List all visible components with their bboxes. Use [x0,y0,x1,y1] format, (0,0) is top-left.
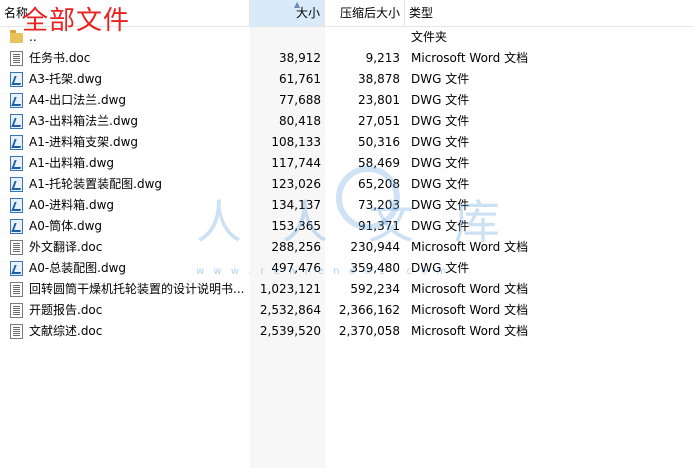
file-type: Microsoft Word 文档 [411,51,529,65]
file-name: 任务书.doc [29,51,91,65]
file-size: 2,539,520 [259,324,321,338]
file-row[interactable]: A1-出料箱.dwg 117,744 58,469 DWG 文件 [0,153,694,174]
dwg-file-icon [10,198,23,213]
file-name: 回转圆筒干燥机托轮装置的设计说明书... [29,282,245,296]
file-compressed-size: 9,213 [365,51,400,65]
file-row[interactable]: 文献综述.doc 2,539,520 2,370,058 Microsoft Word… [0,321,694,342]
file-size: 77,688 [279,93,321,107]
dwg-file-icon [10,72,23,87]
file-size: 108,133 [271,135,321,149]
file-size: 2,532,864 [259,303,321,317]
file-name: A3-出料箱法兰.dwg [29,114,139,128]
file-compressed-size [325,27,400,48]
file-compressed-size: 38,878 [358,72,400,86]
file-compressed-size: 27,051 [358,114,400,128]
file-size: 1,023,121 [259,282,321,296]
file-row[interactable]: A3-出料箱法兰.dwg 80,418 27,051 DWG 文件 [0,111,694,132]
file-compressed-size: 23,801 [358,93,400,107]
file-row[interactable]: 任务书.doc 38,912 9,213 Microsoft Word 文档 [0,48,694,69]
column-header-compressed-label: 压缩后大小 [339,6,400,20]
dwg-file-icon [10,261,23,276]
column-header-type-label: 类型 [409,6,434,20]
file-type: DWG 文件 [411,72,470,86]
file-row[interactable]: 回转圆筒干燥机托轮装置的设计说明书... 1,023,121 592,234 Micr… [0,279,694,300]
column-header-size[interactable]: 大小 [250,0,325,26]
word-doc-icon [10,303,23,318]
file-row[interactable]: A4-出口法兰.dwg 77,688 23,801 DWG 文件 [0,90,694,111]
dwg-file-icon [10,156,23,171]
sort-ascending-icon: ▲ [294,0,301,9]
file-type: DWG 文件 [411,114,470,128]
file-compressed-size: 2,366,162 [338,303,400,317]
file-type: Microsoft Word 文档 [411,303,529,317]
word-doc-icon [10,240,23,255]
word-doc-icon [10,51,23,66]
file-row[interactable]: A1-进料箱支架.dwg 108,133 50,316 DWG 文件 [0,132,694,153]
file-compressed-size: 50,316 [358,135,400,149]
dwg-file-icon [10,93,23,108]
dwg-file-icon [10,135,23,150]
dwg-file-icon [10,114,23,129]
file-compressed-size: 2,370,058 [338,324,400,338]
watermark-url: w w w . r e n r e n d o c . c o m [196,266,450,277]
file-compressed-size: 592,234 [350,282,400,296]
file-name: 开题报告.doc [29,303,103,317]
file-type: DWG 文件 [411,135,470,149]
file-type: DWG 文件 [411,93,470,107]
file-size: 80,418 [279,114,321,128]
file-type: DWG 文件 [411,261,470,275]
file-row[interactable]: 开题报告.doc 2,532,864 2,366,162 Microsoft Word… [0,300,694,321]
file-name: A3-托架.dwg [29,72,103,86]
file-size [250,27,321,48]
word-doc-icon [10,282,23,297]
file-name: .. [29,30,37,44]
file-name: A4-出口法兰.dwg [29,93,127,107]
dwg-file-icon [10,177,23,192]
watermark-text: 人人文库 [196,195,540,249]
file-size: 117,744 [271,156,321,170]
column-header-type[interactable]: 类型 [405,0,694,26]
file-type: Microsoft Word 文档 [411,282,529,296]
file-name: A1-出料箱.dwg [29,156,115,170]
file-row[interactable]: A3-托架.dwg 61,761 38,878 DWG 文件 [0,69,694,90]
file-name: A1-进料箱支架.dwg [29,135,139,149]
file-row[interactable]: .. 文件夹 [0,27,694,48]
file-size: 61,761 [279,72,321,86]
file-size: 38,912 [279,51,321,65]
column-header-compressed[interactable]: 压缩后大小 [325,0,405,26]
dwg-file-icon [10,219,23,234]
file-type: Microsoft Word 文档 [411,324,529,338]
file-name: 文献综述.doc [29,324,103,338]
file-type: 文件夹 [411,30,448,44]
folder-icon [10,30,23,45]
file-list: 名称 大小 压缩后大小 类型 ▲ 全部文件 .. 文件夹 任务书.doc 38,912… [0,0,694,468]
word-doc-icon [10,324,23,339]
file-type: DWG 文件 [411,156,470,170]
